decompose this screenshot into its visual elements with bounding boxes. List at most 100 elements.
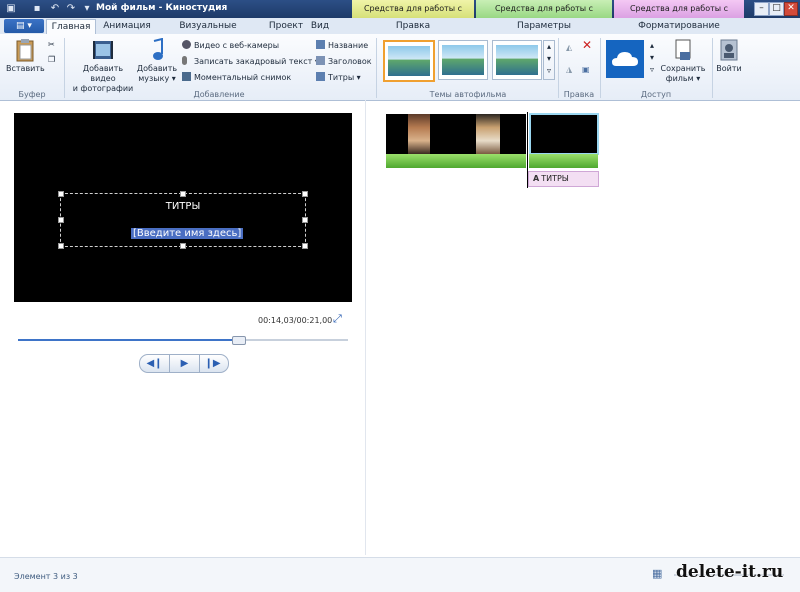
video-preview[interactable]: ТИТРЫ [Введите имя здесь] (14, 113, 352, 302)
ribbon-divider (558, 38, 559, 98)
watermark: delete-it.ru (676, 562, 784, 582)
undo-icon[interactable]: ↶ (48, 2, 62, 15)
playhead[interactable] (527, 112, 528, 188)
rotate-right-icon[interactable]: ◮ (566, 64, 572, 75)
cut-icon[interactable]: ✂ (48, 39, 55, 50)
copy-icon[interactable]: ❐ (48, 54, 55, 65)
resize-handle[interactable] (302, 243, 308, 249)
microphone-icon (182, 56, 187, 65)
dropdown-icon[interactable]: ▾ (80, 2, 94, 15)
add-video-label-line1: Добавить видео (82, 64, 124, 83)
tab-animation[interactable]: Анимация (98, 19, 156, 34)
resize-handle[interactable] (180, 191, 186, 197)
paste-button[interactable]: Вставить (6, 38, 45, 74)
title-bar: ▣ ▪ ↶ ↷ ▾ Мой фильм - Киностудия Средств… (0, 0, 800, 31)
webcam-video-button[interactable]: Видео с веб-камеры (182, 40, 279, 51)
resize-handle[interactable] (58, 217, 64, 223)
storyboard-view-icon[interactable]: ▦ (652, 568, 662, 579)
title-button[interactable]: Название (316, 40, 368, 51)
resize-handle[interactable] (302, 217, 308, 223)
contextual-tab-video-tools: Средства для работы с видео (352, 0, 474, 31)
signin-button[interactable]: Войти (716, 38, 742, 74)
minimize-button[interactable]: – (754, 2, 769, 16)
maximize-button[interactable]: □ (769, 2, 784, 16)
storyboard-clip-selected[interactable] (529, 113, 599, 155)
themes-scroll-button[interactable]: ▴ ▾ ▿ (543, 40, 555, 80)
group-label-clipboard: Буфер (18, 90, 46, 99)
file-menu-button[interactable]: ▤ ▾ (4, 19, 44, 33)
preview-title-text: ТИТРЫ (165, 201, 201, 212)
signin-label: Войти (716, 64, 742, 73)
group-label-share: Доступ (640, 90, 672, 99)
resize-handle[interactable] (302, 191, 308, 197)
save-movie-icon (675, 39, 691, 60)
tab-format[interactable]: Форматирование (614, 19, 744, 34)
tab-view[interactable]: Вид (306, 19, 334, 34)
save-movie-button[interactable]: Сохранить фильм ▾ (660, 38, 706, 84)
credits-icon (316, 72, 325, 81)
seek-thumb[interactable] (232, 336, 247, 345)
redo-icon[interactable]: ↷ (64, 2, 78, 15)
tab-home[interactable]: Главная (46, 19, 96, 35)
paste-label: Вставить (6, 64, 45, 73)
camera-icon (182, 72, 191, 81)
preview-name-placeholder[interactable]: [Введите имя здесь] (131, 228, 244, 239)
caption-label: Заголовок (328, 57, 372, 66)
automovie-theme-2[interactable] (438, 40, 488, 80)
snapshot-label: Моментальный снимок (194, 73, 292, 82)
text-icon: A (533, 174, 540, 183)
share-scroll-button[interactable]: ▴ ▾ ▿ (648, 40, 656, 78)
snapshot-button[interactable]: Моментальный снимок (182, 72, 291, 83)
tab-options[interactable]: Параметры (476, 19, 612, 34)
save-movie-label-line1: Сохранить (660, 64, 706, 73)
tab-edit[interactable]: Правка (352, 19, 474, 34)
webcam-icon (182, 40, 191, 49)
automovie-theme-1[interactable] (383, 40, 435, 82)
status-bar: Элемент 3 из 3 ▦ delete-it.ru (0, 557, 800, 592)
rotate-left-icon[interactable]: ◭ (566, 42, 572, 53)
select-all-icon[interactable]: ▣ (582, 64, 590, 75)
film-photo-icon (93, 41, 113, 59)
tab-project[interactable]: Проект (260, 19, 312, 34)
clipboard-icon (16, 39, 34, 62)
pane-divider[interactable] (365, 100, 366, 555)
storyboard-clip[interactable] (386, 114, 526, 154)
tab-visual-effects[interactable]: Визуальные эффекты (160, 19, 256, 46)
record-narration-button[interactable]: Записать закадровый текст ▾ (182, 56, 319, 67)
ribbon: Вставить ✂ ❐ Буфер Добавить видео и фото… (0, 34, 800, 101)
status-item-count: Элемент 3 из 3 (14, 572, 78, 581)
window-title: Мой фильм - Киностудия (96, 3, 228, 13)
ribbon-divider (600, 38, 601, 98)
group-label-edit: Правка (563, 90, 595, 99)
group-label-add: Добавление (193, 90, 245, 99)
remove-icon[interactable]: ✕ (582, 39, 592, 51)
contextual-tab-music-tools: Средства для работы с музыкой (476, 0, 612, 31)
resize-handle[interactable] (58, 243, 64, 249)
fullscreen-icon[interactable]: ⤢ (333, 313, 345, 325)
resize-handle[interactable] (58, 191, 64, 197)
credits-label: Титры ▾ (328, 73, 361, 82)
record-narration-label: Записать закадровый текст ▾ (194, 57, 319, 66)
seek-progress (18, 339, 239, 341)
caption-button[interactable]: Заголовок (316, 56, 372, 67)
next-frame-icon[interactable]: ❙▶ (198, 355, 227, 372)
storyboard-audio-bar (386, 154, 526, 168)
storyboard-audio-bar (529, 154, 598, 168)
caption-icon (316, 56, 325, 65)
add-video-photos-button[interactable]: Добавить видео и фотографии (70, 38, 136, 94)
onedrive-button[interactable] (606, 40, 644, 78)
storyboard-text-clip[interactable]: A ТИТРЫ (528, 171, 599, 187)
play-icon[interactable]: ▶ (169, 355, 200, 372)
previous-frame-icon[interactable]: ◀❙ (140, 355, 169, 372)
close-button[interactable]: ✕ (784, 2, 798, 16)
ribbon-divider (376, 38, 377, 98)
save-icon[interactable]: ▪ (30, 2, 44, 15)
add-music-button[interactable]: Добавить музыку ▾ (136, 38, 178, 84)
save-movie-label-line2: фильм ▾ (665, 74, 701, 83)
credits-button[interactable]: Титры ▾ (316, 72, 361, 83)
resize-handle[interactable] (180, 243, 186, 249)
webcam-label: Видео с веб-камеры (194, 41, 280, 50)
user-icon (720, 39, 738, 61)
app-menu-icon[interactable]: ▣ (4, 2, 18, 15)
automovie-theme-3[interactable] (492, 40, 542, 80)
